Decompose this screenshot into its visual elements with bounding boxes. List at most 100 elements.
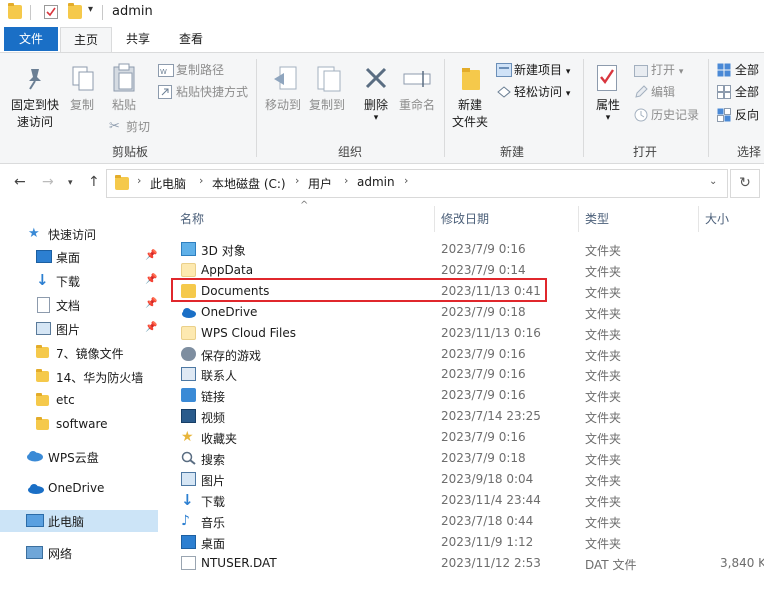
file-date: 2023/7/9 0:18 [441,304,526,319]
invert-selection-button[interactable]: 反向 [735,107,759,123]
nav-item-etc[interactable]: etc [0,390,158,412]
address-dropdown-icon[interactable]: ⌄ [709,176,717,187]
select-all-button[interactable]: 全部 [735,62,759,78]
tab-home[interactable]: 主页 [60,27,112,53]
table-row[interactable]: 图片 2023/9/18 0:04 文件夹 [170,469,764,490]
column-header-size[interactable]: 大小 [705,210,729,227]
table-row[interactable]: NTUSER.DAT 2023/11/12 2:53 DAT 文件 3,840 K [170,553,764,574]
nav-item-network[interactable]: 网络 [0,542,158,564]
nav-label: 下载 [56,275,81,289]
copy-to-button[interactable]: 复制到 [306,97,348,114]
pin-icon[interactable]: 📌 [145,274,157,285]
nav-item-documents[interactable]: 文档 📌 [0,294,158,316]
table-row[interactable]: 保存的游戏 2023/7/9 0:16 文件夹 [170,344,764,365]
nav-label: 图片 [56,323,81,337]
table-row[interactable]: 链接 2023/7/9 0:16 文件夹 [170,385,764,406]
table-row[interactable]: OneDrive 2023/7/9 0:18 文件夹 [170,302,764,323]
delete-dropdown-icon: ▾ [373,113,379,123]
pin-icon[interactable]: 📌 [145,322,157,333]
select-none-button[interactable]: 全部 [735,84,759,100]
title-bar: ▾ admin [0,0,764,26]
folder-icon [8,3,22,19]
nav-item-this-pc[interactable]: 此电脑 [0,510,158,532]
nav-item-mirror-files[interactable]: 7、镜像文件 [0,342,158,364]
back-button[interactable]: ← [14,174,26,190]
new-folder-button[interactable]: 新建 文件夹 [446,97,494,131]
nav-label: WPS云盘 [48,451,99,465]
tab-file[interactable]: 文件 [4,27,58,51]
table-row[interactable]: 联系人 2023/7/9 0:16 文件夹 [170,364,764,385]
new-folder-quick-icon[interactable] [68,3,82,19]
nav-item-desktop[interactable]: 桌面 📌 [0,246,158,268]
tab-view[interactable]: 查看 [168,27,214,51]
properties-label: 属性 [595,98,620,112]
easy-access-button[interactable]: 轻松访问 ▾ [514,84,570,102]
table-row[interactable]: WPS Cloud Files 2023/11/13 0:16 文件夹 [170,323,764,344]
breadcrumb-admin[interactable]: admin [357,175,395,189]
customize-quick-access-icon[interactable]: ▾ [88,4,93,15]
onedrive-icon [26,483,44,497]
file-type: 文件夹 [585,327,622,342]
pin-icon[interactable]: 📌 [145,298,157,309]
recent-locations-button[interactable]: ▾ [68,178,73,188]
table-row[interactable]: 视频 2023/7/14 23:25 文件夹 [170,406,764,427]
downloads-icon: ↓ [181,490,194,509]
properties-button[interactable]: 属性 ▾ [588,97,628,123]
chevron-right-icon[interactable]: › [295,174,299,187]
select-none-icon [717,85,731,102]
nav-item-pictures[interactable]: 图片 📌 [0,318,158,340]
table-row[interactable]: ♪ 音乐 2023/7/18 0:44 文件夹 [170,511,764,532]
pin-to-quick-access-button[interactable]: 固定到快 速访问 [6,97,64,131]
edit-button[interactable]: 编辑 [651,84,675,100]
move-to-button[interactable]: 移动到 [262,97,304,114]
table-row[interactable]: 桌面 2023/11/9 1:12 文件夹 [170,532,764,553]
nav-item-software[interactable]: software [0,414,158,436]
rename-button[interactable]: 重命名 [396,97,438,114]
copy-path-button[interactable]: 复制路径 [176,62,224,78]
ribbon: 固定到快 速访问 复制 粘贴 W 复制路径 粘贴快捷方式 ✂ 剪切 剪贴板 移动… [0,52,764,164]
nav-item-onedrive[interactable]: OneDrive [0,478,158,500]
chevron-right-icon[interactable]: › [199,174,203,187]
chevron-right-icon[interactable]: › [137,174,141,187]
paste-shortcut-button[interactable]: 粘贴快捷方式 [176,84,248,100]
tab-share[interactable]: 共享 [115,27,161,51]
up-button[interactable]: ↑ [88,174,100,190]
column-header-name[interactable]: 名称 [180,210,204,227]
nav-item-wps-cloud[interactable]: WPS云盘 [0,446,158,468]
pictures-icon [36,322,51,335]
new-item-button[interactable]: 新建项目 ▾ [514,62,570,80]
refresh-button[interactable]: ↻ [730,169,760,198]
column-header-type[interactable]: 类型 [585,210,609,227]
file-name: 搜索 [201,453,226,467]
cut-button[interactable]: 剪切 [126,119,150,135]
pin-icon[interactable]: 📌 [145,250,157,261]
favorites-icon: ★ [181,429,194,446]
breadcrumb-users[interactable]: 用户 [308,175,332,192]
history-button[interactable]: 历史记录 [651,107,699,123]
copy-button[interactable]: 复制 [64,97,100,114]
table-row[interactable]: 3D 对象 2023/7/9 0:16 文件夹 [170,239,764,260]
file-name: 收藏夹 [201,432,238,447]
file-date: 2023/11/13 0:16 [441,325,541,340]
table-row[interactable]: ↓ 下载 2023/11/4 23:44 文件夹 [170,490,764,511]
nav-item-huawei-firewall[interactable]: 14、华为防火墙 [0,366,158,388]
table-row[interactable]: ★ 收藏夹 2023/7/9 0:16 文件夹 [170,427,764,448]
properties-checkbox-icon[interactable] [44,5,58,19]
table-row[interactable]: 搜索 2023/7/9 0:18 文件夹 [170,448,764,469]
delete-button[interactable]: 删除 ▾ [356,97,396,123]
file-date: 2023/7/9 0:16 [441,346,526,361]
chevron-right-icon[interactable]: › [404,174,408,187]
open-button[interactable]: 打开 ▾ [651,62,683,80]
nav-item-quick-access[interactable]: ★ 快速访问 [0,223,158,245]
move-to-icon [272,65,298,96]
paste-button[interactable]: 粘贴 [104,97,144,114]
breadcrumb-local-disk[interactable]: 本地磁盘 (C:) [212,175,286,192]
forward-button[interactable]: → [42,174,54,190]
open-group-label: 打开 [632,145,657,159]
breadcrumb-this-pc[interactable]: 此电脑 [150,175,186,192]
file-date: 2023/7/18 0:44 [441,513,534,528]
chevron-right-icon[interactable]: › [344,174,348,187]
address-bar[interactable]: › 此电脑 › 本地磁盘 (C:) › 用户 › admin › ⌄ [106,169,728,198]
nav-item-downloads[interactable]: ↓ 下载 📌 [0,270,158,292]
column-header-date[interactable]: 修改日期 [441,210,489,227]
